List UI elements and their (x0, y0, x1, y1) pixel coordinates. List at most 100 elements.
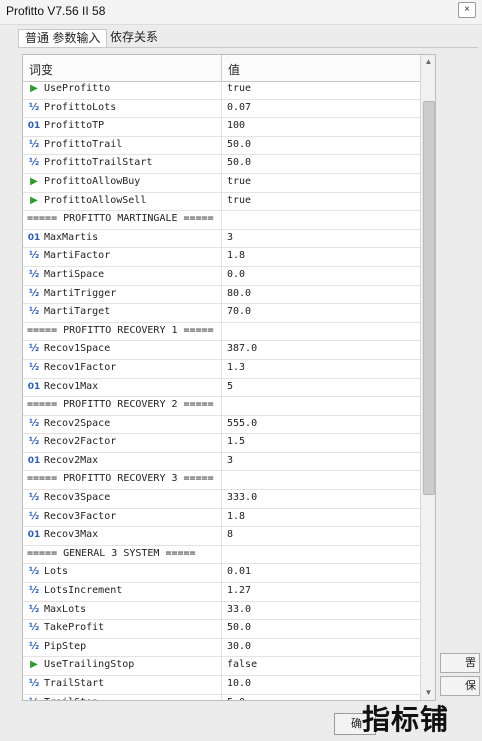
parameter-value[interactable]: 387.0 (227, 343, 257, 354)
table-row[interactable]: ½ Recov1Factor 1.3 (23, 359, 420, 379)
column-separator (221, 601, 222, 620)
table-row[interactable]: ½ Recov3Factor 1.8 (23, 508, 420, 528)
parameter-name-cell: ½ Recov1Factor (27, 362, 221, 373)
table-row[interactable]: ½ Recov3Space 333.0 (23, 490, 420, 509)
parameter-value[interactable]: 50.0 (227, 157, 251, 168)
close-button[interactable]: × (458, 2, 476, 18)
parameter-value[interactable]: 1.3 (227, 362, 245, 373)
table-row[interactable]: ▶ UseProfitto true (23, 81, 420, 100)
table-row[interactable]: ===== PROFITTO RECOVERY 1 ===== (23, 322, 420, 342)
table-row[interactable]: ===== PROFITTO RECOVERY 2 ===== (23, 397, 420, 416)
table-row[interactable]: 01 Recov2Max 3 (23, 452, 420, 472)
table-row[interactable]: ½ ProfittoLots 0.07 (23, 99, 420, 119)
table-row[interactable]: 01 Recov3Max 8 (23, 527, 420, 546)
table-row[interactable]: ===== PROFITTO MARTINGALE ===== (23, 211, 420, 230)
double-type-icon: ½ (28, 566, 40, 578)
table-row[interactable]: ½ Recov2Factor 1.5 (23, 434, 420, 453)
table-row[interactable]: ½ MaxLots 33.0 (23, 601, 420, 621)
parameter-value[interactable]: false (227, 659, 257, 670)
vertical-scrollbar[interactable]: ▲ ▼ (420, 55, 435, 700)
parameter-value[interactable]: true (227, 195, 251, 206)
parameter-value[interactable]: 50.0 (227, 622, 251, 633)
parameter-value[interactable]: 5 (227, 381, 233, 392)
table-row[interactable]: ▶ UseTrailingStop false (23, 657, 420, 676)
parameter-name: MartiSpace (44, 268, 105, 280)
double-type-icon: ½ (28, 101, 40, 113)
parameter-value[interactable]: 70.0 (227, 306, 251, 317)
parameter-name-cell: ½ MartiFactor (27, 250, 221, 261)
table-row[interactable]: ½ MartiTrigger 80.0 (23, 285, 420, 305)
column-separator (221, 248, 222, 266)
parameter-value[interactable]: 3 (227, 455, 233, 466)
column-separator (221, 434, 222, 452)
table-row[interactable]: ½ Lots 0.01 (23, 564, 420, 584)
table-row[interactable]: ▶ ProfittoAllowSell true (23, 192, 420, 212)
scroll-thumb[interactable] (423, 101, 435, 495)
tab-dependencies[interactable]: 依存关系 (104, 29, 164, 47)
table-row[interactable]: ½ MartiSpace 0.0 (23, 266, 420, 286)
parameter-value[interactable]: 30.0 (227, 641, 251, 652)
table-row[interactable]: ===== PROFITTO RECOVERY 3 ===== (23, 471, 420, 491)
tab-inputs[interactable]: 普通 参数输入 (18, 29, 108, 48)
parameter-value[interactable]: 8 (227, 529, 233, 540)
reset-button[interactable]: 罟 (440, 653, 480, 673)
tab-bar: 普通 参数输入 依存关系 (18, 27, 478, 48)
table-row[interactable]: ½ PipStep 30.0 (23, 638, 420, 658)
table-row[interactable]: ½ Recov2Space 555.0 (23, 415, 420, 435)
parameter-name: ===== PROFITTO RECOVERY 2 ===== (27, 399, 214, 411)
table-row[interactable]: ½ TakeProfit 50.0 (23, 620, 420, 639)
table-row[interactable]: 01 MaxMartis 3 (23, 229, 420, 249)
parameter-value[interactable]: 3 (227, 232, 233, 243)
table-row[interactable]: ½ ProfittoTrail 50.0 (23, 136, 420, 156)
parameter-name: Recov1Factor (44, 361, 117, 373)
double-type-icon: ½ (27, 697, 41, 700)
table-row[interactable]: ½ TrailStart 10.0 (23, 676, 420, 695)
column-separator (221, 545, 222, 564)
parameter-value[interactable]: 10.0 (227, 678, 251, 689)
parameter-name: ===== PROFITTO RECOVERY 3 ===== (27, 473, 214, 485)
table-row[interactable]: ½ MartiFactor 1.8 (23, 248, 420, 267)
parameter-value[interactable]: 333.0 (227, 492, 257, 503)
table-row[interactable]: ½ ProfittoTrailStart 50.0 (23, 155, 420, 174)
parameter-value[interactable]: 1.8 (227, 250, 245, 261)
parameter-value[interactable]: 1.5 (227, 436, 245, 447)
column-separator (221, 229, 222, 248)
parameter-value[interactable]: 0.01 (227, 566, 251, 577)
parameter-value[interactable]: 0.07 (227, 102, 251, 113)
parameter-value[interactable]: 0.0 (227, 269, 245, 280)
column-separator (221, 81, 222, 99)
parameter-value[interactable]: 33.0 (227, 604, 251, 615)
column-separator (221, 638, 222, 657)
table-row[interactable]: 01 Recov1Max 5 (23, 378, 420, 398)
scroll-up-icon[interactable]: ▲ (421, 55, 435, 69)
parameter-name: Recov2Max (44, 454, 99, 466)
double-type-icon: ½ (28, 287, 40, 299)
table-row[interactable]: ===== GENERAL 3 SYSTEM ===== (23, 545, 420, 565)
table-row[interactable]: ½TrailStop 5.0 (23, 694, 420, 700)
parameter-value[interactable]: 100 (227, 120, 245, 131)
table-row[interactable]: 01 ProfittoTP 100 (23, 118, 420, 137)
column-separator (221, 415, 222, 434)
parameter-name: ProfittoAllowBuy (44, 175, 141, 187)
parameter-value[interactable]: 1.8 (227, 511, 245, 522)
table-row[interactable]: ▶ ProfittoAllowBuy true (23, 173, 420, 193)
column-separator (221, 136, 222, 155)
parameter-value[interactable]: 80.0 (227, 288, 251, 299)
column-separator (221, 378, 222, 397)
parameter-name-cell: ½ MaxLots (27, 604, 221, 615)
parameter-value[interactable]: 50.0 (227, 139, 251, 150)
parameter-name-cell: ½ MartiTrigger (27, 288, 221, 299)
parameter-value[interactable]: true (227, 176, 251, 187)
column-separator (221, 452, 222, 471)
parameter-value[interactable]: true (227, 83, 251, 94)
table-row[interactable]: ½ LotsIncrement 1.27 (23, 583, 420, 602)
parameter-name: PipStep (44, 640, 87, 652)
parameter-name-cell: ===== PROFITTO RECOVERY 2 ===== (27, 399, 221, 410)
save-button[interactable]: 保 (440, 676, 480, 696)
parameter-value[interactable]: 5.0 (227, 697, 245, 700)
table-row[interactable]: ½ Recov1Space 387.0 (23, 341, 420, 360)
table-row[interactable]: ½ MartiTarget 70.0 (23, 304, 420, 323)
parameter-value[interactable]: 555.0 (227, 418, 257, 429)
parameter-value[interactable]: 1.27 (227, 585, 251, 596)
header-variable: 词变 (29, 63, 54, 77)
